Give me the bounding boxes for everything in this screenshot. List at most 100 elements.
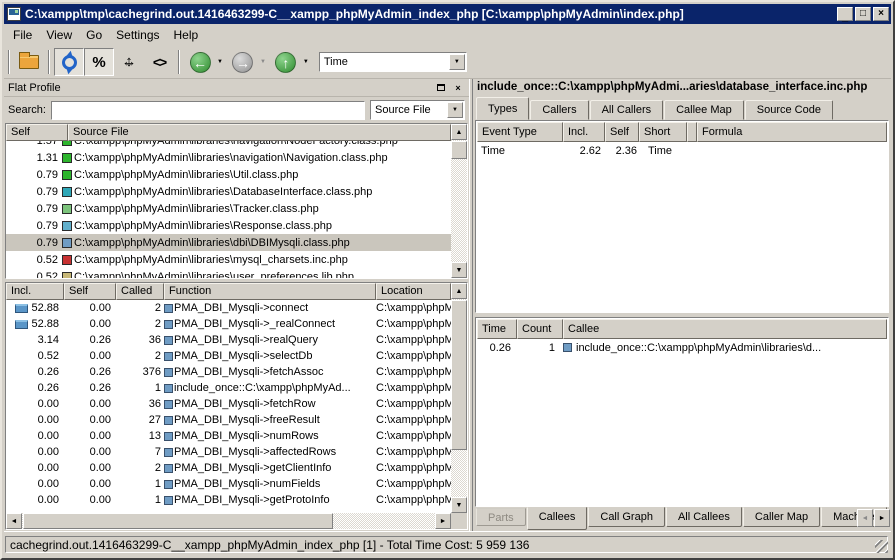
horizontal-scrollbar[interactable]: ◄ ► xyxy=(6,513,451,529)
back-dropdown-caret[interactable]: ▼ xyxy=(217,59,223,65)
table-row[interactable]: 0.520.002PMA_DBI_Mysqli->selectDbC:\xamp… xyxy=(6,348,451,364)
scrollbar-thumb[interactable] xyxy=(23,513,333,529)
column-header-self[interactable]: Self xyxy=(6,124,68,141)
scroll-left-button[interactable]: ◄ xyxy=(6,513,22,529)
scroll-down-button[interactable]: ▼ xyxy=(451,262,467,278)
scroll-up-button[interactable]: ▲ xyxy=(451,283,467,299)
resize-grip[interactable] xyxy=(875,540,888,553)
combo-dropdown-button[interactable]: ▼ xyxy=(447,102,463,118)
column-header-incl[interactable]: Incl. xyxy=(563,122,605,142)
column-header-time[interactable]: Time xyxy=(477,319,517,339)
column-header-incl[interactable]: Incl. xyxy=(6,283,64,300)
tab-call-graph[interactable]: Call Graph xyxy=(588,507,665,527)
table-row[interactable]: 0.79C:\xampp\phpMyAdmin\libraries\Respon… xyxy=(6,217,451,234)
vertical-scrollbar[interactable]: ▲ ▼ xyxy=(451,124,467,278)
table-row[interactable]: 0.000.002PMA_DBI_Mysqli->getClientInfoC:… xyxy=(6,460,451,476)
menu-view[interactable]: View xyxy=(39,25,79,45)
column-header-called[interactable]: Called xyxy=(116,283,164,300)
column-header-self[interactable]: Self xyxy=(64,283,116,300)
relative-to-parent-button[interactable]: ↔ ↕ xyxy=(114,48,144,76)
maximize-button[interactable]: □ xyxy=(855,7,871,21)
tab-scroll-right-button[interactable]: ► xyxy=(874,509,890,527)
column-header-self[interactable]: Self xyxy=(605,122,639,142)
forward-button[interactable]: → xyxy=(228,48,258,76)
menu-go[interactable]: Go xyxy=(79,25,109,45)
table-row[interactable]: Time 2.62 2.36 Time xyxy=(477,142,887,159)
column-header-formula[interactable]: Formula xyxy=(697,122,887,142)
table-row[interactable]: 0.79C:\xampp\phpMyAdmin\libraries\Databa… xyxy=(6,183,451,200)
tab-all-callees[interactable]: All Callees xyxy=(666,507,742,527)
scroll-down-button[interactable]: ▼ xyxy=(451,497,467,513)
cycle-detection-button[interactable] xyxy=(54,48,84,76)
menu-help[interactable]: Help xyxy=(167,25,206,45)
table-row[interactable]: 0.79C:\xampp\phpMyAdmin\libraries\Tracke… xyxy=(6,200,451,217)
table-row[interactable]: 0.260.261include_once::C:\xampp\phpMyAd.… xyxy=(6,380,451,396)
menu-settings[interactable]: Settings xyxy=(109,25,166,45)
incl-value: 3.14 xyxy=(38,334,59,346)
scrollbar-thumb[interactable] xyxy=(451,300,467,450)
table-row[interactable]: 0.000.001PMA_DBI_Mysqli->numFieldsC:\xam… xyxy=(6,476,451,492)
minimize-button[interactable]: _ xyxy=(837,7,853,21)
tab-caller-map[interactable]: Caller Map xyxy=(743,507,820,527)
table-row[interactable]: 1.57C:\xampp\phpMyAdmin\libraries\naviga… xyxy=(6,141,451,149)
open-file-button[interactable] xyxy=(14,48,44,76)
scrollbar-thumb[interactable] xyxy=(451,141,467,159)
table-row[interactable]: 0.000.0036PMA_DBI_Mysqli->fetchRowC:\xam… xyxy=(6,396,451,412)
table-row-selected[interactable]: 0.79C:\xampp\phpMyAdmin\libraries\dbi\DB… xyxy=(6,234,451,251)
tab-callee-map[interactable]: Callee Map xyxy=(664,100,744,120)
shorten-templates-button[interactable]: <> xyxy=(144,48,174,76)
scroll-right-button[interactable]: ► xyxy=(435,513,451,529)
table-row[interactable]: 3.140.2636PMA_DBI_Mysqli->realQueryC:\xa… xyxy=(6,332,451,348)
table-row[interactable]: 0.000.0027PMA_DBI_Mysqli->freeResultC:\x… xyxy=(6,412,451,428)
close-button[interactable]: × xyxy=(873,7,889,21)
table-row[interactable]: 0.52C:\xampp\phpMyAdmin\libraries\mysql_… xyxy=(6,251,451,268)
function-cell: include_once::C:\xampp\phpMyAd... xyxy=(164,382,376,394)
function-cell: PMA_DBI_Mysqli->selectDb xyxy=(164,350,376,362)
close-dock-button[interactable]: × xyxy=(451,81,465,94)
function-cell: PMA_DBI_Mysqli->realQuery xyxy=(164,334,376,346)
column-header-count[interactable]: Count xyxy=(517,319,563,339)
grouping-combobox[interactable]: Source File ▼ xyxy=(370,100,465,120)
table-row[interactable]: 1.31C:\xampp\phpMyAdmin\libraries\naviga… xyxy=(6,149,451,166)
incl-cell: 0.52 xyxy=(6,350,64,362)
function-cell: PMA_DBI_Mysqli->numFields xyxy=(164,478,376,490)
table-row[interactable]: 52.880.002PMA_DBI_Mysqli->_realConnectC:… xyxy=(6,316,451,332)
table-row[interactable]: 0.52C:\xampp\phpMyAdmin\libraries\user_p… xyxy=(6,268,451,278)
column-header-location[interactable]: Location xyxy=(376,283,451,300)
column-header-source-file[interactable]: Source File xyxy=(68,124,451,141)
up-dropdown-caret[interactable]: ▼ xyxy=(303,59,309,65)
tab-source-code[interactable]: Source Code xyxy=(745,100,833,120)
combo-dropdown-button[interactable]: ▼ xyxy=(449,54,465,70)
function-name: PMA_DBI_Mysqli->fetchAssoc xyxy=(174,366,323,378)
column-header-short[interactable]: Short xyxy=(639,122,687,142)
relative-percent-button[interactable]: % xyxy=(84,48,114,76)
column-header-function[interactable]: Function xyxy=(164,283,376,300)
table-row[interactable]: 0.260.26376PMA_DBI_Mysqli->fetchAssocC:\… xyxy=(6,364,451,380)
table-row[interactable]: 0.000.001PMA_DBI_Mysqli->getProtoInfoC:\… xyxy=(6,492,451,508)
forward-dropdown-caret[interactable]: ▼ xyxy=(260,59,266,65)
column-header-event-type[interactable]: Event Type xyxy=(477,122,563,142)
search-input[interactable] xyxy=(51,101,365,120)
tab-callees[interactable]: Callees xyxy=(527,507,588,530)
table-row[interactable]: 0.000.0013PMA_DBI_Mysqli->numRowsC:\xamp… xyxy=(6,428,451,444)
tab-callers[interactable]: Callers xyxy=(530,100,588,120)
incl-value: 0.00 xyxy=(38,446,59,458)
table-row[interactable]: 0.000.007PMA_DBI_Mysqli->affectedRowsC:\… xyxy=(6,444,451,460)
up-button[interactable]: ↑ xyxy=(271,48,301,76)
column-header-callee[interactable]: Callee xyxy=(563,319,887,339)
scroll-up-button[interactable]: ▲ xyxy=(451,124,467,140)
tab-scroll-left-button[interactable]: ◄ xyxy=(857,509,873,527)
table-row[interactable]: 0.26 1 include_once::C:\xampp\phpMyAdmin… xyxy=(477,339,887,356)
table-row[interactable]: 52.880.002PMA_DBI_Mysqli->connectC:\xamp… xyxy=(6,300,451,316)
event-type-combobox[interactable]: Time ▼ xyxy=(319,52,467,72)
table-row[interactable]: 0.79C:\xampp\phpMyAdmin\libraries\Util.c… xyxy=(6,166,451,183)
vertical-scrollbar[interactable]: ▲ ▼ xyxy=(451,283,467,513)
dock-title-bar: Flat Profile × xyxy=(4,79,469,97)
tab-parts[interactable]: Parts xyxy=(476,508,526,526)
menu-file[interactable]: File xyxy=(6,25,39,45)
tab-types[interactable]: Types xyxy=(476,97,529,120)
back-button[interactable]: ← xyxy=(185,48,215,76)
float-dock-button[interactable] xyxy=(434,81,448,94)
incl-value: 52.88 xyxy=(31,318,59,330)
tab-all-callers[interactable]: All Callers xyxy=(590,100,664,120)
